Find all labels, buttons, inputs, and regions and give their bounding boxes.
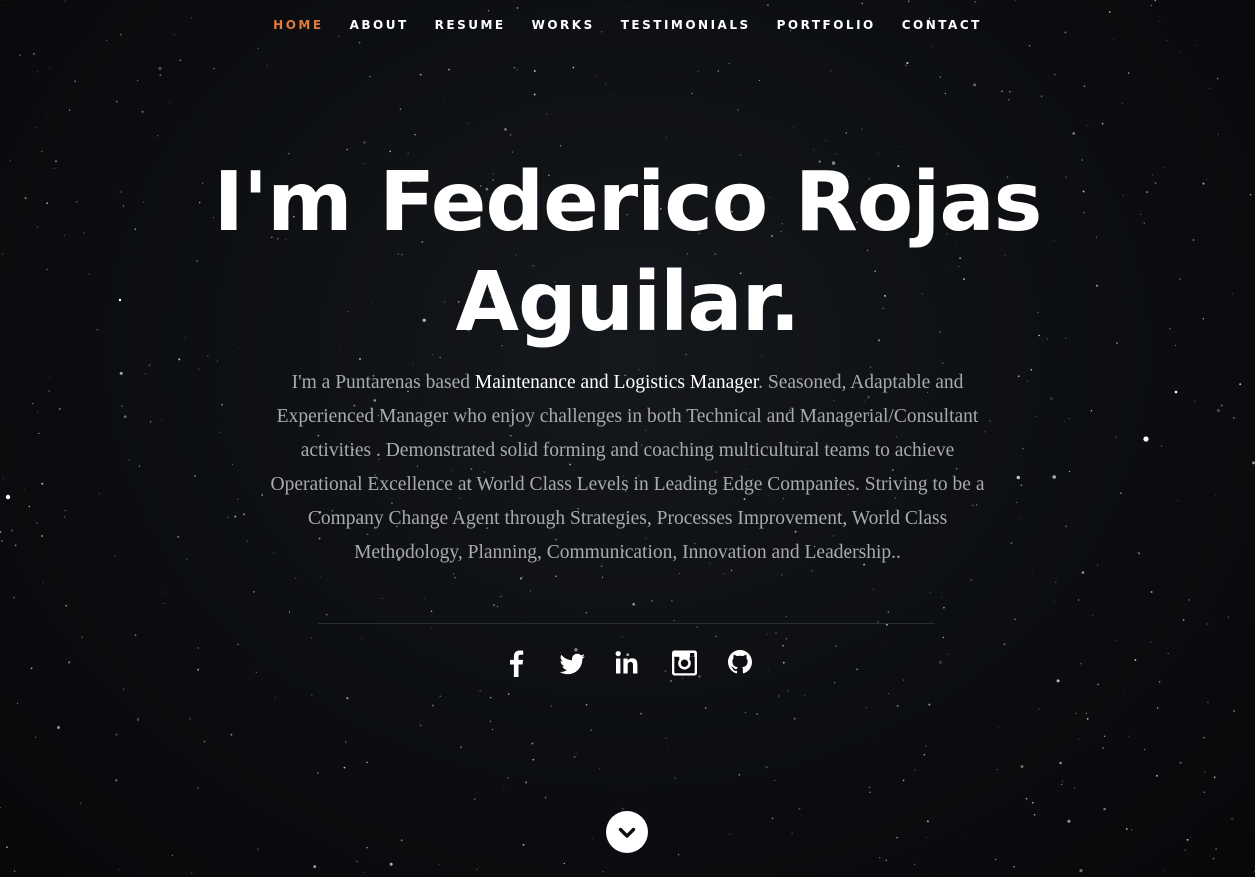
intro-suffix: . Seasoned, Adaptable and Experienced Ma… — [270, 372, 985, 563]
intro-prefix: I'm a Puntarenas based — [291, 372, 475, 393]
nav-about[interactable]: ABOUT — [350, 18, 409, 32]
github-icon — [727, 650, 752, 674]
nav-contact[interactable]: CONTACT — [902, 18, 982, 32]
nav-home[interactable]: HOME — [273, 18, 323, 32]
facebook-icon — [509, 650, 523, 677]
github-link[interactable] — [725, 646, 755, 680]
hero-divider — [318, 623, 935, 624]
chevron-down-icon — [618, 827, 636, 838]
nav-works[interactable]: WORKS — [532, 18, 595, 32]
instagram-link[interactable] — [669, 646, 699, 680]
instagram-icon — [671, 650, 697, 676]
linkedin-icon — [615, 651, 637, 674]
scroll-down-button[interactable] — [606, 811, 648, 853]
social-links — [0, 646, 1255, 680]
hero-intro: I'm a Puntarenas based Maintenance and L… — [262, 366, 993, 570]
nav-portfolio[interactable]: PORTFOLIO — [777, 18, 876, 32]
intro-highlight: Maintenance and Logistics Manager — [474, 372, 759, 393]
twitter-icon — [559, 653, 585, 675]
main-nav: HOME ABOUT RESUME WORKS TESTIMONIALS POR… — [0, 0, 1255, 48]
hero-section: HOME ABOUT RESUME WORKS TESTIMONIALS POR… — [0, 0, 1255, 877]
twitter-link[interactable] — [557, 646, 587, 680]
linkedin-link[interactable] — [613, 646, 643, 680]
nav-resume[interactable]: RESUME — [435, 18, 506, 32]
hero-title-line1: I'm Federico Rojas — [213, 155, 1043, 250]
hero-title: I'm Federico Rojas Aguilar. — [0, 153, 1255, 353]
hero-title-line2: Aguilar. — [455, 255, 801, 350]
facebook-link[interactable] — [501, 646, 531, 680]
nav-testimonials[interactable]: TESTIMONIALS — [621, 18, 751, 32]
